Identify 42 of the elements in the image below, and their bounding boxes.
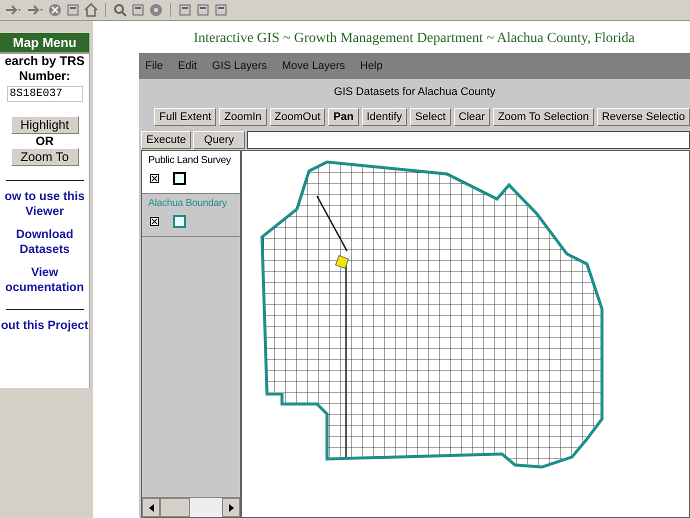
horizontal-scrollbar[interactable] [142,497,240,517]
menu-link[interactable]: ow to use this Viewer [4,189,85,219]
stop-icon[interactable] [48,3,62,17]
menu-link[interactable]: View ocumentation [5,265,84,295]
tool-button[interactable]: Select [410,108,451,126]
layer-row[interactable]: Public Land Survey [142,151,240,194]
left-arrow-icon[interactable] [148,504,154,512]
menu-item[interactable]: Edit [178,60,197,72]
search-icon[interactable] [113,3,127,17]
highlight-button[interactable]: Highlight [10,116,79,134]
menu-link[interactable]: Download Datasets [16,227,74,257]
search-label: earch by TRS [4,54,85,69]
app-subtitle: GIS Datasets for Alachua County [332,85,496,100]
tool-button[interactable]: Pan [328,108,359,126]
tab[interactable]: Query [193,131,245,149]
tool-button[interactable]: Identify [362,108,408,126]
menu-item[interactable]: Help [360,60,383,72]
menu-item[interactable]: File [145,60,164,72]
page-title: Interactive GIS ~ Growth Management Department ~ Alachua County, Florida [192,30,636,48]
tool-button[interactable]: Zoom To Selection [492,108,594,126]
menu-title: Map Menu [0,33,90,54]
tool-button[interactable]: Reverse Selectio [596,108,690,126]
tool-button[interactable]: ZoomIn [219,108,267,126]
visibility-checkbox[interactable] [150,174,160,183]
back-icon[interactable] [4,3,22,17]
or-label: OR [36,134,54,148]
forward-icon[interactable] [26,3,44,17]
search-label: Number: [18,69,70,84]
search-field[interactable]: 8S18E037 [6,86,83,102]
tool-button[interactable]: Full Extent [154,108,216,126]
menu-item[interactable]: Move Layers [282,60,345,72]
menu-link[interactable]: out this Project [0,318,88,333]
zoom-to-button[interactable]: Zoom To [10,148,79,166]
visibility-checkbox[interactable] [150,217,160,226]
tool-button[interactable]: Clear [454,108,490,126]
tool-button[interactable]: ZoomOut [270,108,326,126]
right-arrow-icon[interactable] [228,504,234,512]
media-icon[interactable] [149,3,163,17]
menu-item[interactable]: GIS Layers [212,60,268,72]
tab[interactable]: Execute [141,131,192,149]
query-field[interactable] [247,131,690,149]
home-icon[interactable] [84,3,98,17]
